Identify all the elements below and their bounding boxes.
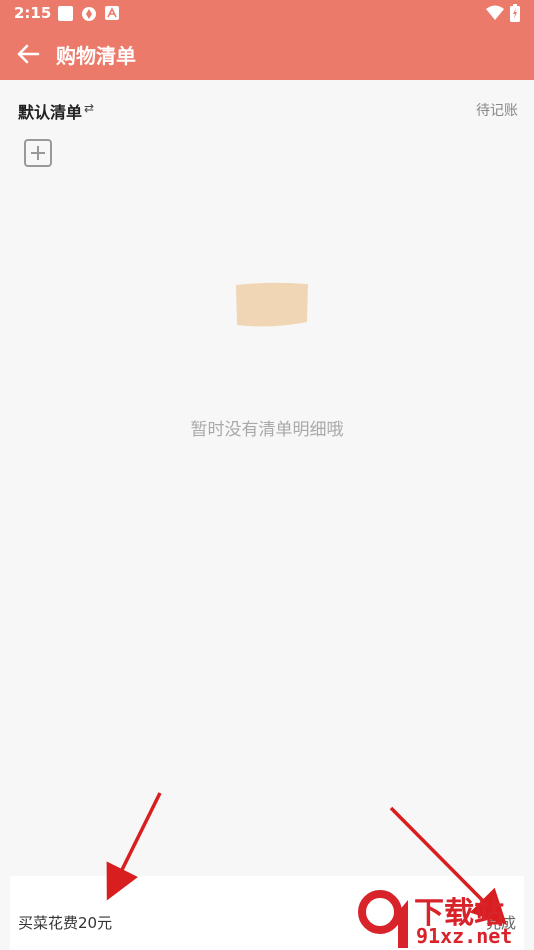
back-arrow-icon[interactable] [12, 38, 44, 70]
empty-state-message: 暂时没有清单明细哦 [190, 420, 344, 440]
item-input-field[interactable]: 买菜花费20元 [18, 912, 112, 933]
watermark-url: 91xz.net [416, 924, 513, 948]
add-item-button[interactable] [24, 139, 52, 167]
list-selector[interactable]: 默认清单 [18, 99, 82, 123]
annotation-arrow-left [106, 792, 162, 901]
battery-icon [510, 4, 520, 22]
status-time: 2:15 [14, 4, 52, 22]
notification-icons [58, 6, 119, 22]
swap-icon[interactable]: ⇄ [84, 101, 94, 115]
wifi-icon [486, 5, 504, 20]
watermark: 下载站 91xz.net [358, 888, 530, 950]
notification-a-icon [105, 6, 119, 20]
annotation-arrows [106, 792, 507, 925]
pending-bookkeeping-link[interactable]: 待记账 [476, 100, 518, 120]
notification-app-icon [82, 7, 96, 21]
page-title: 购物清单 [56, 44, 136, 68]
app-bar: 购物清单 [0, 28, 534, 80]
status-bar: 2:15 [0, 0, 534, 28]
list-header: 默认清单 ⇄ 待记账 [0, 80, 534, 136]
notification-square-icon [58, 6, 73, 21]
watermark-logo-icon [358, 890, 408, 948]
system-icons [486, 4, 520, 22]
empty-illustration [236, 282, 308, 327]
